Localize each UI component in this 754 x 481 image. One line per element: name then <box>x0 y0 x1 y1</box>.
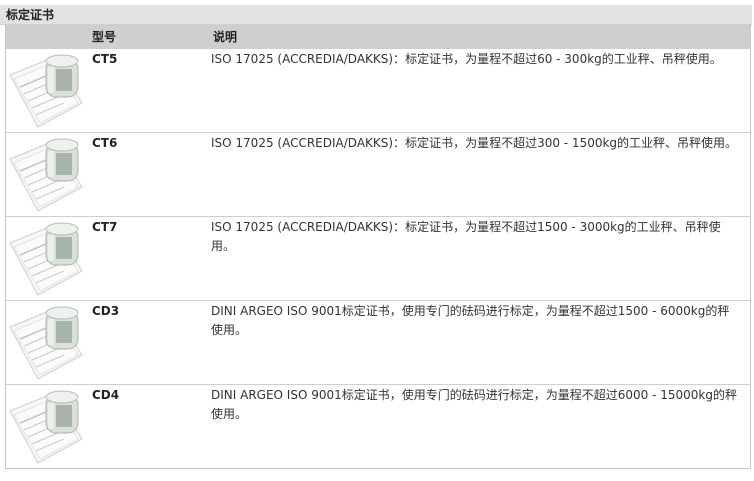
certificate-thumbnail <box>6 133 86 217</box>
description-cell: ISO 17025 (ACCREDIA/DAKKS)：标定证书，为量程不超过60… <box>211 52 722 66</box>
products-table: 型号 说明 CT5 ISO 17025 (ACCREDIA/DAKKS)：标定证… <box>5 25 751 469</box>
table-row: CT6 ISO 17025 (ACCREDIA/DAKKS)：标定证书，为量程不… <box>6 132 750 216</box>
model-column-header: 型号 <box>92 30 117 44</box>
certificate-thumbnail <box>6 301 86 385</box>
certificate-jar-icon <box>9 138 83 212</box>
certificate-thumbnail <box>6 385 86 469</box>
section-title: 标定证书 <box>0 5 752 25</box>
model-cell: CD4 <box>92 388 120 402</box>
certificate-thumbnail <box>6 217 86 301</box>
certificate-thumbnail <box>6 49 86 133</box>
table-row: CD4 DINI ARGEO ISO 9001标定证书，使用专门的砝码进行标定，… <box>6 384 750 468</box>
description-column-header: 说明 <box>213 30 238 44</box>
table-row: CT5 ISO 17025 (ACCREDIA/DAKKS)：标定证书，为量程不… <box>6 48 750 132</box>
table-row: CD3 DINI ARGEO ISO 9001标定证书，使用专门的砝码进行标定，… <box>6 300 750 384</box>
certificate-jar-icon <box>9 390 83 464</box>
certificate-jar-icon <box>9 54 83 128</box>
description-cell: DINI ARGEO ISO 9001标定证书，使用专门的砝码进行标定，为量程不… <box>211 304 730 337</box>
description-cell: ISO 17025 (ACCREDIA/DAKKS)：标定证书，为量程不超过30… <box>211 136 738 150</box>
model-cell: CT6 <box>92 136 118 150</box>
certificate-jar-icon <box>9 222 83 296</box>
certificate-jar-icon <box>9 306 83 380</box>
table-header: 型号 说明 <box>6 25 750 48</box>
description-cell: DINI ARGEO ISO 9001标定证书，使用专门的砝码进行标定，为量程不… <box>211 388 737 421</box>
description-cell: ISO 17025 (ACCREDIA/DAKKS)：标定证书，为量程不超过15… <box>211 220 721 253</box>
model-cell: CD3 <box>92 304 120 318</box>
model-cell: CT5 <box>92 52 118 66</box>
table-row: CT7 ISO 17025 (ACCREDIA/DAKKS)：标定证书，为量程不… <box>6 216 750 300</box>
model-cell: CT7 <box>92 220 118 234</box>
